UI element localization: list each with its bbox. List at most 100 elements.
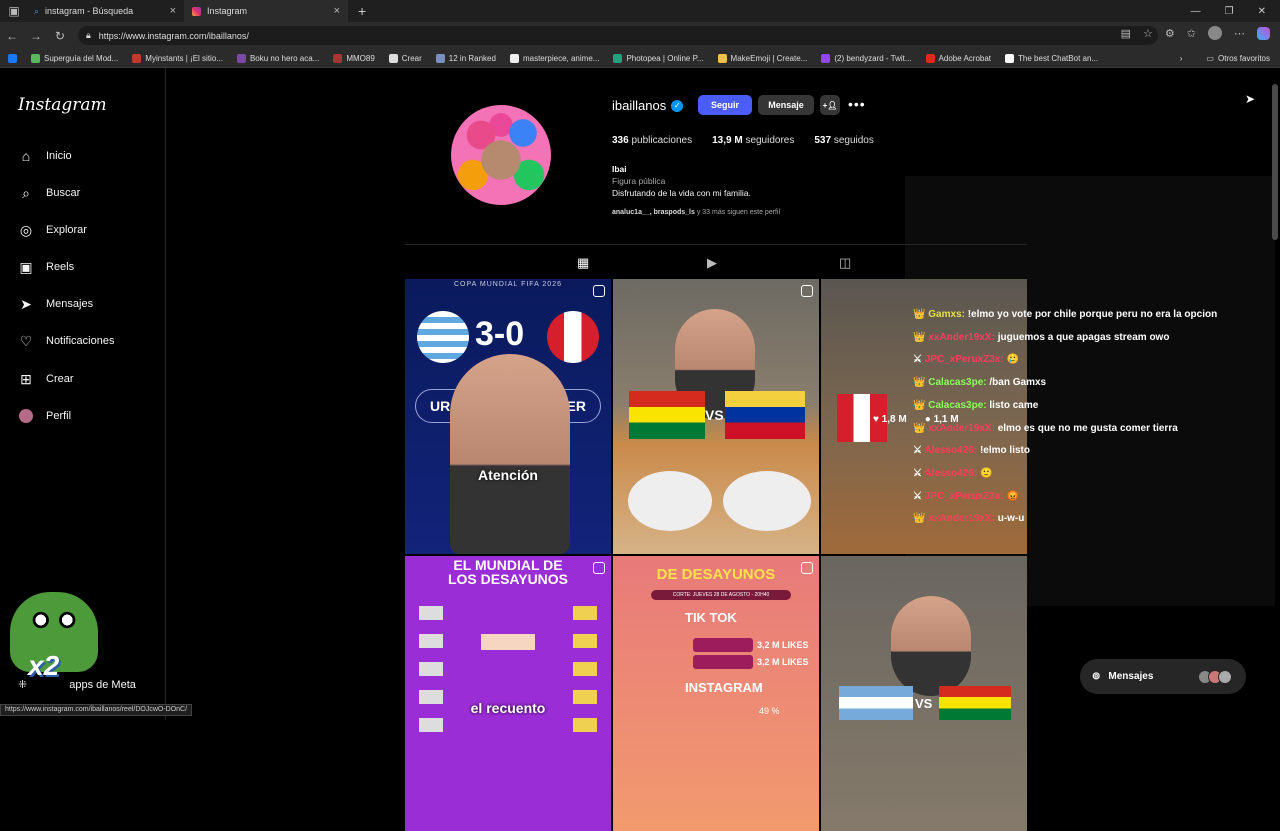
peru-flag <box>547 311 599 363</box>
profile-picture[interactable] <box>451 105 551 205</box>
profile-avatar-icon[interactable] <box>1208 26 1222 40</box>
back-icon[interactable]: ← <box>0 29 24 43</box>
restore-icon[interactable]: ❐ <box>1225 6 1234 17</box>
bookmark-item[interactable]: masterpiece, anime... <box>509 53 599 63</box>
favorite-star-icon[interactable]: ☆ <box>1143 27 1153 40</box>
tab-posts-grid-icon[interactable]: ▦ <box>577 255 589 271</box>
tab-instagram[interactable]: Instagram × <box>184 0 348 22</box>
toolbar-actions: ▤ ☆ ⚙ ✩ ⋯ <box>1121 26 1270 40</box>
posts-count: 336 publicaciones <box>612 135 693 146</box>
page-scrollbar[interactable] <box>1272 84 1278 240</box>
versus-text: VS <box>705 407 724 423</box>
post-tile[interactable]: VS <box>821 556 1027 831</box>
favorites-icon[interactable]: ✩ <box>1187 27 1196 40</box>
minimize-icon[interactable]: — <box>1191 6 1201 17</box>
stream-chat-overlay: 👑 Gamxs: !elmo yo vote por chile porque … <box>913 304 1217 531</box>
chat-message: 👑 Gamxs: !elmo yo vote por chile porque … <box>913 309 1218 320</box>
messages-floating-button[interactable]: ⊚ Mensajes <box>1080 659 1246 694</box>
bookmarks-bar: Superguía del Mod... Myinstants | ¡El si… <box>0 49 1280 68</box>
tab-tagged-icon[interactable]: ◫ <box>839 255 851 271</box>
tab-actions-icon[interactable]: ▣ <box>2 4 26 18</box>
bookmark-item[interactable]: Superguía del Mod... <box>31 53 118 63</box>
bookmark-item[interactable]: Photopea | Online P... <box>613 53 704 63</box>
message-button[interactable]: Mensaje <box>758 95 814 115</box>
bookmark-item[interactable]: The best ChatBot an... <box>1005 53 1098 63</box>
search-icon: ⌕ <box>22 184 30 201</box>
percent-label: 49 % <box>759 706 780 716</box>
chat-message: 👑 xxAnder19xX: u-w-u <box>913 513 1025 525</box>
likes-count: ♥ 1,8 M <box>873 414 907 425</box>
sidebar-item-explorar[interactable]: ◎ Explorar <box>18 222 87 238</box>
bookmark-item[interactable]: Boku no hero aca... <box>236 53 319 63</box>
sidebar-item-reels[interactable]: ▣ Reels <box>18 259 74 275</box>
heart-icon: ♥ <box>873 414 879 425</box>
sidebar-item-notificaciones[interactable]: ♡ Notificaciones <box>18 333 115 349</box>
post-tile[interactable]: EL MUNDIAL DE LOS DESAYUNOS el recuento <box>405 556 611 831</box>
bookmark-item[interactable] <box>8 53 17 63</box>
close-tab-icon[interactable]: × <box>334 5 340 17</box>
other-favorites[interactable]: › ▭ Otros favoritos <box>1180 54 1270 63</box>
copilot-icon[interactable] <box>1257 26 1270 40</box>
mouse-cursor-icon: ➤ <box>1245 92 1256 106</box>
more-menu-icon[interactable]: ⋯ <box>1234 27 1245 40</box>
sidebar-item-mensajes[interactable]: ➤ Mensajes <box>18 296 93 312</box>
bolivia-flag <box>629 391 705 439</box>
sidebar-item-perfil[interactable]: Perfil <box>18 408 71 424</box>
tiktok-label: TIK TOK <box>685 610 737 625</box>
reels-icon: ▣ <box>19 258 33 275</box>
window-controls: — ❐ ✕ <box>1191 0 1266 22</box>
chat-message: ⚔ Alesso426: 🙂 <box>913 467 993 479</box>
post-tile[interactable]: VS <box>613 279 819 554</box>
sidebar-item-crear[interactable]: ⊞ Crear <box>18 371 73 387</box>
bookmark-item[interactable]: (2) bendyzard - Twit... <box>821 53 912 63</box>
bookmark-item[interactable]: Myinstants | ¡El sitio... <box>132 53 223 63</box>
followers-count[interactable]: 13,9 M seguidores <box>712 135 794 146</box>
chat-message: ⚔ Alesso426: !elmo listo <box>913 445 1030 457</box>
extensions-icon[interactable]: ⚙ <box>1165 27 1175 40</box>
reel-icon <box>801 562 813 574</box>
sidebar-item-inicio[interactable]: ⌂ Inicio <box>18 148 72 164</box>
argentina-flag <box>839 686 913 720</box>
recent-chat-avatars <box>1198 669 1232 684</box>
chevron-right-icon[interactable]: › <box>1180 54 1183 63</box>
bookmark-item[interactable]: 12 in Ranked <box>435 53 496 63</box>
instagram-logo[interactable]: Instagram <box>18 95 107 115</box>
add-person-icon: +👤︎ <box>822 100 838 110</box>
site-info-icon[interactable]: 🔒︎ <box>86 30 91 41</box>
follow-button[interactable]: Seguir <box>698 95 752 115</box>
profile-tabs: ▦ ▶ ◫ <box>405 244 1027 278</box>
sidebar-item-buscar[interactable]: ⌕ Buscar <box>18 185 80 201</box>
chat-message: 👑 xxAnder19xX: juguemos a que apagas str… <box>913 331 1170 343</box>
following-count[interactable]: 537 seguidos <box>814 135 874 146</box>
read-mode-icon[interactable]: ▤ <box>1121 27 1131 40</box>
bio-text: Disfrutando de la vida con mi familia. <box>612 188 751 198</box>
bookmark-item[interactable]: MakeEmoji | Create... <box>717 53 807 63</box>
refresh-icon[interactable]: ↻ <box>48 29 72 43</box>
close-window-icon[interactable]: ✕ <box>1258 6 1266 17</box>
post-title: EL MUNDIAL DE LOS DESAYUNOS <box>447 557 569 587</box>
more-options-icon[interactable]: ••• <box>848 96 866 112</box>
venezuela-flag <box>725 391 805 439</box>
cutoff-banner: CORTE: JUEVES 28 DE AGOSTO - 20H40 <box>651 590 791 600</box>
post-tile[interactable]: COPA MUNDIAL FIFA 2026 3-0 UR PER Atenció… <box>405 279 611 554</box>
messenger-icon: ➤ <box>20 295 32 312</box>
tab-reels-icon[interactable]: ▶ <box>707 255 717 271</box>
chat-message: ⚔ JPC_xPeruxZ3x: 😡 <box>913 490 1019 502</box>
tab-title: instagram - Búsqueda <box>45 6 134 16</box>
url-bar[interactable]: 🔒︎ https://www.instagram.com/ibaillanos/ <box>78 26 1158 45</box>
suggested-users-button[interactable]: +👤︎ <box>820 95 840 115</box>
bookmark-item[interactable]: MMO89 <box>333 53 375 63</box>
post-tile[interactable]: DE DESAYUNOS CORTE: JUEVES 28 DE AGOSTO … <box>613 556 819 831</box>
followed-by[interactable]: analuc1a__, braspods_ls y 33 más siguen … <box>612 209 780 216</box>
bookmark-item[interactable]: Adobe Acrobat <box>925 53 991 63</box>
new-tab-button[interactable]: + <box>358 3 366 19</box>
reel-icon <box>801 285 813 297</box>
bookmark-item[interactable]: Crear <box>388 53 422 63</box>
compass-icon: ◎ <box>19 221 33 238</box>
tab-title: Instagram <box>207 6 248 16</box>
versus-text: VS <box>915 696 933 711</box>
bolivia-flag <box>939 686 1011 720</box>
close-tab-icon[interactable]: × <box>170 5 176 17</box>
forward-icon[interactable]: → <box>24 29 48 43</box>
tab-search[interactable]: ⌕ instagram - Búsqueda × <box>26 0 184 22</box>
